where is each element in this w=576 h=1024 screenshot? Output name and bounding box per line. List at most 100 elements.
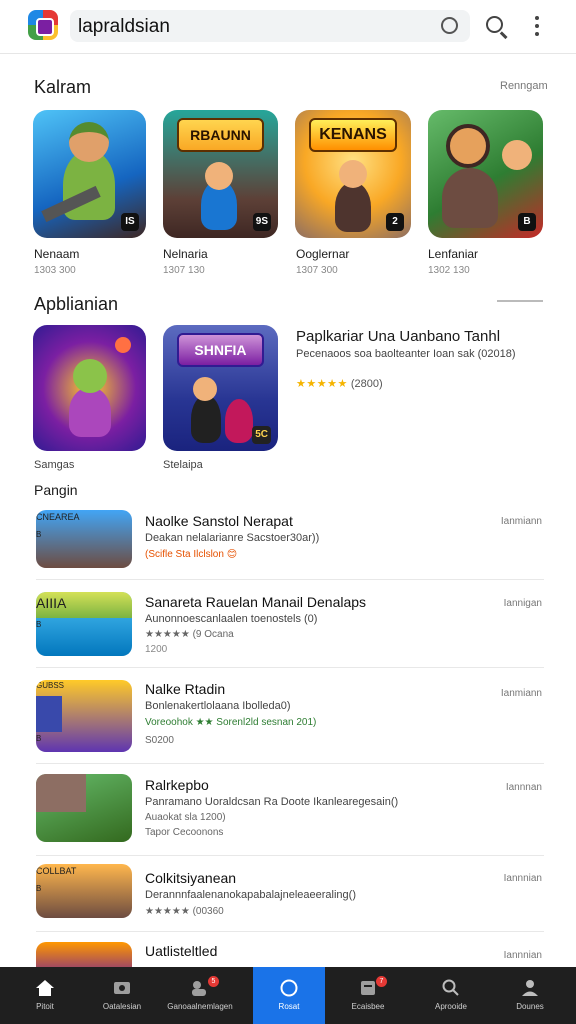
nav-label: Rosat — [278, 1002, 300, 1011]
play-store-logo — [28, 10, 58, 40]
featured-thumbnail[interactable] — [33, 325, 146, 451]
notification-badge: 5 — [208, 976, 219, 987]
game-logo-banner: AIIIA — [36, 592, 132, 618]
game-logo-banner: GUBSS — [36, 681, 65, 690]
list-item[interactable]: COLLBAT B Colkitsiyanean Derannnfaalenan… — [36, 864, 544, 932]
rating-badge: B — [36, 620, 42, 629]
nav-item-books[interactable]: 7 Ecaisbee — [332, 967, 404, 1024]
search-text[interactable]: lapraldsian — [78, 16, 170, 38]
game-card-name[interactable]: Nenaam — [34, 247, 79, 261]
list-item-action[interactable]: Iannnan — [506, 782, 542, 793]
nav-item-kids[interactable]: 5 Ganoaalnemlagen — [164, 967, 236, 1024]
nav-item-apps[interactable]: Rosat — [253, 967, 325, 1024]
game-logo-banner: COLLBAT — [36, 866, 77, 876]
list-item[interactable]: AIIIA B Sanareta Rauelan Manail Denalaps… — [36, 590, 544, 668]
nav-item-games[interactable]: Oatalesian — [86, 967, 158, 1024]
game-card-thumbnail[interactable]: IS — [33, 110, 146, 238]
nav-label: Oatalesian — [102, 1002, 142, 1011]
list-item-title: Uatlisteltled — [145, 943, 218, 959]
rating-badge: B — [36, 734, 42, 743]
list-item-thumbnail: COLLBAT B — [36, 864, 132, 918]
list-item-action[interactable]: Ianmiann — [501, 688, 542, 699]
list-item-action[interactable]: Iannnian — [504, 873, 542, 884]
games-icon — [114, 982, 130, 994]
game-card-meta: 1302 130 — [428, 265, 470, 276]
list-item-action[interactable]: Iannigan — [504, 598, 542, 609]
rating-badge: 9S — [252, 213, 271, 231]
list-item-description: Derannnfaalenanokapabalajneleaeeraling() — [145, 889, 356, 901]
game-card-thumbnail[interactable]: RBAUNN 9S — [163, 110, 278, 238]
list-item[interactable]: Uatlisteltled Iannnian — [36, 940, 544, 967]
rating-badge: 5C — [252, 426, 271, 444]
featured-thumbnail[interactable]: SHNFIA 5C — [163, 325, 278, 451]
list-item-description: Aunonnoescanlaalen toenostels (0) — [145, 613, 318, 625]
nav-item-home[interactable]: Pitoit — [9, 967, 81, 1024]
list-item-thumbnail: CNEAREA B — [36, 510, 132, 568]
voice-search-icon[interactable] — [441, 17, 458, 34]
list-item-action[interactable]: Ianmiann — [501, 516, 542, 527]
list-item-meta: ★★★★★ (9 Ocana — [145, 629, 234, 640]
nav-label: Ecaisbee — [351, 1002, 385, 1011]
featured-description: Pecenaoos soa baolteanter Ioan sak (0201… — [296, 348, 516, 360]
list-item[interactable]: GUBSS B Nalke Rtadin Bonlenakertlolaana … — [36, 678, 544, 764]
rating-badge: B — [36, 884, 42, 893]
list-item-title: Sanareta Rauelan Manail Denalaps — [145, 594, 367, 610]
rating-badge: B — [36, 530, 42, 539]
list-item-extra: S0200 — [145, 735, 174, 746]
list-item-action[interactable]: Iannnian — [504, 950, 542, 961]
featured-card-name[interactable]: Stelaipa — [163, 459, 203, 471]
list-item-thumbnail: B — [36, 774, 132, 842]
section-title: Kalram — [34, 77, 92, 97]
nav-item-search[interactable]: Aprooide — [415, 967, 487, 1024]
books-icon — [361, 981, 375, 995]
nav-label: Aprooide — [434, 1002, 468, 1011]
game-logo-banner: CNEAREA — [36, 512, 80, 522]
list-item[interactable]: B Ralrkepbo Panramano Uoraldcsan Ra Doot… — [36, 772, 544, 856]
character-figure — [335, 182, 371, 232]
character-figure — [442, 168, 498, 228]
list-item-meta: Voreoohok ★★ Sorenl2ld sesnan 201) — [145, 717, 317, 728]
sparkle-graphic — [115, 337, 131, 353]
character-head — [73, 359, 107, 393]
account-icon — [522, 980, 538, 996]
character-head — [69, 122, 109, 162]
game-card-name[interactable]: Ooglernar — [296, 247, 349, 261]
character-head — [36, 812, 62, 838]
top-app-bar: lapraldsian — [0, 0, 576, 54]
game-logo-banner: SHNFIA — [176, 333, 265, 367]
game-card-name[interactable]: Nelnaria — [163, 247, 208, 261]
list-item[interactable]: CNEAREA B Naolke Sanstol Nerapat Deakan … — [36, 508, 544, 580]
featured-title[interactable]: Paplkariar Una Uanbano Tanhl — [296, 328, 500, 345]
more-options-icon[interactable] — [534, 16, 540, 36]
rating-badge: B — [518, 213, 536, 231]
game-card-name[interactable]: Lenfaniar — [428, 247, 478, 261]
list-item-description: Deakan nelalarianre Sacstoer30ar)) — [145, 532, 320, 544]
game-card-thumbnail[interactable]: KENANS 2 — [295, 110, 411, 238]
featured-card-name[interactable]: Samgas — [34, 459, 74, 471]
section-more-link[interactable]: Renngam — [500, 80, 548, 92]
list-item-title: Nalke Rtadin — [145, 681, 226, 697]
section-title: Apblianian — [34, 294, 119, 314]
character-head — [446, 124, 490, 168]
game-card-meta: 1307 130 — [163, 265, 205, 276]
search-icon[interactable] — [486, 16, 503, 33]
notification-badge: 7 — [376, 976, 387, 987]
star-rating-icon: ★★★★★ — [296, 378, 348, 390]
list-item-title: Colkitsiyanean — [145, 870, 237, 886]
game-card-thumbnail[interactable]: B — [428, 110, 543, 238]
section-title: Pangin — [34, 482, 78, 498]
featured-rating: ★★★★★ (2800) — [296, 377, 383, 390]
apps-icon — [280, 979, 298, 997]
section-divider — [497, 300, 543, 302]
search-bar[interactable]: lapraldsian — [70, 10, 470, 42]
character-head — [193, 377, 217, 401]
list-item-extra: 1200 — [145, 644, 168, 655]
list-item-description: Bonlenakertlolaana Ibolleda0) — [145, 700, 291, 712]
character-head — [502, 140, 532, 170]
rating-badge: B — [36, 838, 132, 842]
game-card-meta: 1303 300 — [34, 265, 76, 276]
rating-badge: IS — [121, 213, 139, 231]
rating-badge: 2 — [386, 213, 404, 231]
nav-item-account[interactable]: Dounes — [494, 967, 566, 1024]
nav-label: Pitoit — [36, 1002, 54, 1011]
